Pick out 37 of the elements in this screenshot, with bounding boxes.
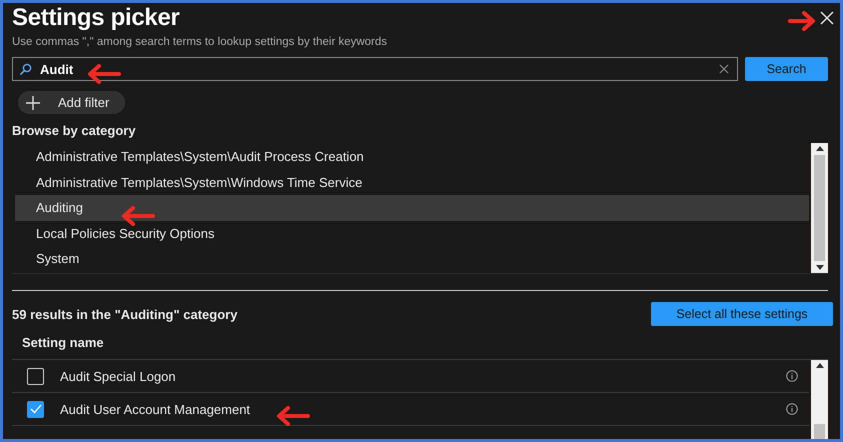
section-heading: Browse by category (12, 123, 137, 138)
dialog-title: Settings picker (12, 4, 180, 32)
clear-icon[interactable] (719, 64, 729, 74)
category-item[interactable]: Auditing (15, 195, 809, 220)
column-header: Setting name (12, 326, 828, 360)
scroll-thumb[interactable] (814, 424, 825, 439)
setting-name: Audit User Account Management (60, 402, 250, 416)
scroll-thumb[interactable] (814, 155, 825, 261)
annotation-arrow (788, 11, 816, 31)
close-icon[interactable] (818, 9, 836, 27)
search-field[interactable]: Audit (12, 57, 738, 81)
category-item[interactable]: Local Policies Security Options (15, 220, 809, 246)
checkbox[interactable] (27, 368, 44, 384)
scrollbar[interactable] (811, 360, 828, 439)
annotation-arrow (276, 406, 310, 426)
category-item[interactable]: System (15, 246, 809, 272)
info-icon[interactable] (786, 403, 798, 415)
search-text: Audit (40, 62, 74, 76)
annotation-arrow (87, 64, 121, 84)
category-item[interactable]: Administrative Templates\System\Windows Time Service (15, 170, 809, 195)
info-icon[interactable] (786, 370, 798, 382)
plus-icon (26, 96, 40, 110)
search-button[interactable]: Search (745, 57, 828, 81)
category-item[interactable]: Administrative Templates\System\Audit Process Creation (15, 144, 809, 170)
check-icon (30, 404, 42, 414)
hint-text: Use commas "," among search terms to lookup settings by their keywords (12, 36, 388, 48)
checkbox[interactable] (27, 400, 44, 418)
scroll-up-icon[interactable] (816, 363, 824, 368)
add-filter-button[interactable]: Add filter (18, 91, 126, 114)
results-count: 59 results in the "Auditing" category (12, 306, 238, 322)
scroll-down-icon[interactable] (816, 265, 824, 270)
annotation-arrow (121, 206, 155, 226)
scroll-up-icon[interactable] (816, 146, 824, 151)
scrollbar[interactable] (811, 143, 828, 273)
select-all-button[interactable]: Select all these settings (651, 302, 833, 326)
setting-name: Audit Special Logon (60, 368, 176, 384)
search-icon (19, 62, 32, 76)
